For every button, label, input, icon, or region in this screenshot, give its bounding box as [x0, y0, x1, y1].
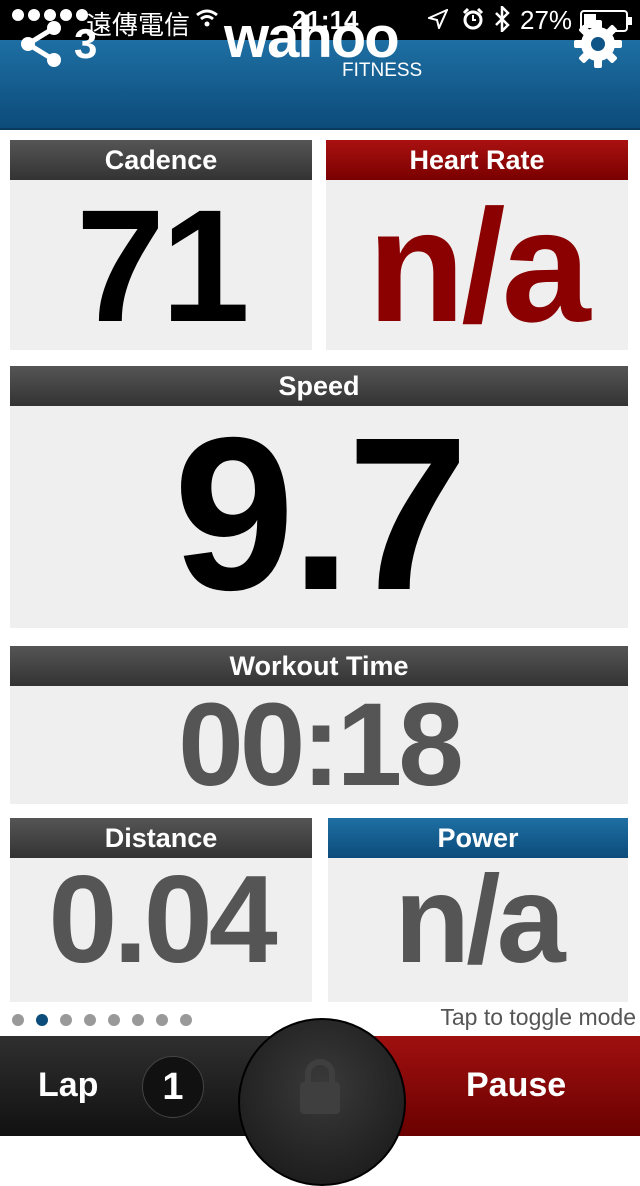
heart-rate-tile[interactable]: Heart Rate n/a: [326, 140, 628, 350]
carrier-label: 遠傳電信: [86, 10, 191, 40]
power-tile[interactable]: Power n/a: [328, 818, 628, 1002]
page-dot[interactable]: [12, 1014, 24, 1026]
workout-time-tile[interactable]: Workout Time 00:18: [10, 646, 628, 804]
lap-count: 1: [142, 1056, 204, 1118]
bluetooth-icon: [495, 6, 510, 32]
workout-time-value: 00:18: [178, 679, 464, 811]
wahoo-logo: wahoo: [224, 5, 400, 70]
page-dot[interactable]: [108, 1014, 120, 1026]
toggle-mode-hint: Tap to toggle mode: [440, 1004, 636, 1030]
wifi-icon: [196, 9, 218, 27]
power-value: n/a: [394, 851, 565, 989]
battery-percent: 27%: [520, 5, 573, 35]
alarm-icon: [462, 8, 484, 30]
gear-icon[interactable]: [574, 20, 622, 68]
speed-tile[interactable]: Speed 9.7: [10, 366, 628, 628]
page-dot[interactable]: [132, 1014, 144, 1026]
speed-value: 9.7: [173, 393, 468, 636]
share-icon[interactable]: [20, 20, 64, 68]
lap-button[interactable]: Lap: [38, 1066, 98, 1105]
page-dot[interactable]: [60, 1014, 72, 1026]
cadence-label: Cadence: [10, 140, 312, 180]
cadence-tile[interactable]: Cadence 71: [10, 140, 312, 350]
page-dot[interactable]: [84, 1014, 96, 1026]
heart-rate-value: n/a: [367, 176, 590, 355]
distance-tile[interactable]: Distance 0.04: [10, 818, 312, 1002]
share-count[interactable]: 3: [74, 20, 97, 68]
lock-icon: [300, 1059, 340, 1114]
wahoo-logo-subtitle: FITNESS: [342, 60, 423, 81]
page-dot[interactable]: [180, 1014, 192, 1026]
cadence-value: 71: [76, 176, 250, 355]
page-indicator[interactable]: [12, 1014, 192, 1026]
pause-label[interactable]: Pause: [466, 1066, 566, 1105]
heart-rate-label: Heart Rate: [326, 140, 628, 180]
location-arrow-icon: [428, 9, 448, 29]
distance-value: 0.04: [48, 851, 277, 989]
page-dot[interactable]: [156, 1014, 168, 1026]
page-dot-active[interactable]: [36, 1014, 48, 1026]
